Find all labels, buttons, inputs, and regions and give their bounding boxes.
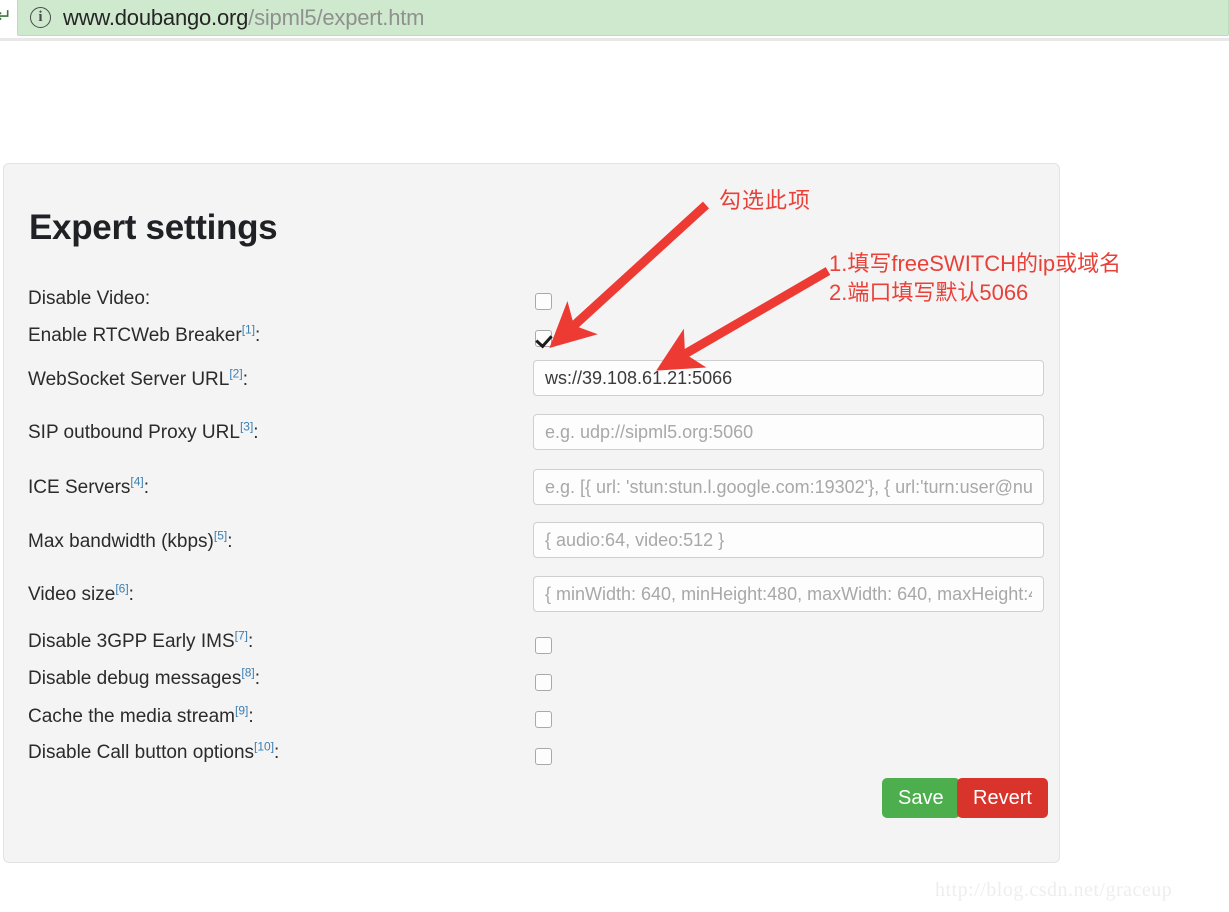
input-video-size[interactable]: [533, 576, 1044, 612]
save-button[interactable]: Save: [882, 778, 960, 818]
checkbox-enable-rtcweb-breaker[interactable]: [535, 330, 552, 347]
screenshot-root: ↵ i www.doubango.org/sipml5/expert.htm E…: [0, 0, 1229, 912]
ref-link[interactable]: [2]: [229, 367, 242, 381]
label-enable-rtcweb-breaker: Enable RTCWeb Breaker[1]:: [28, 323, 261, 347]
checkbox-disable-video[interactable]: [535, 293, 552, 310]
label-disable-call-button-options: Disable Call button options[10]:: [28, 740, 280, 764]
label-text: Cache the media stream: [28, 706, 235, 727]
url-path: /sipml5/expert.htm: [248, 4, 425, 30]
checkbox-disable-call-button-options[interactable]: [535, 748, 552, 765]
label-max-bandwidth: Max bandwidth (kbps)[5]:: [28, 529, 233, 553]
annotation-check-this: 勾选此项: [719, 188, 812, 213]
toolbar-divider: [0, 38, 1229, 41]
label-colon: :: [255, 325, 261, 346]
label-disable-3gpp-early-ims: Disable 3GPP Early IMS[7]:: [28, 629, 254, 653]
label-colon: :: [248, 706, 254, 727]
revert-button[interactable]: Revert: [957, 778, 1048, 818]
label-colon: :: [254, 668, 260, 689]
ref-link[interactable]: [9]: [235, 704, 248, 718]
annotation-line-1: 1.填写freeSWITCH的ip或域名: [829, 251, 1122, 276]
label-colon: :: [143, 477, 150, 498]
ref-link[interactable]: [10]: [254, 740, 274, 754]
ref-link[interactable]: [4]: [130, 475, 143, 489]
url-text: www.doubango.org/sipml5/expert.htm: [63, 5, 424, 31]
label-colon: :: [128, 584, 134, 605]
label-colon: :: [242, 369, 248, 390]
input-websocket-server-url[interactable]: [533, 360, 1044, 396]
label-text: Disable Video: [28, 288, 145, 309]
page-title: Expert settings: [29, 208, 278, 247]
label-colon: :: [274, 742, 280, 763]
ref-link[interactable]: [3]: [240, 420, 253, 434]
label-text: ICE Servers: [28, 477, 131, 498]
input-sip-outbound-proxy-url[interactable]: [533, 414, 1044, 450]
label-colon: :: [144, 288, 151, 309]
label-disable-video: Disable Video:: [28, 288, 150, 310]
checkbox-disable-3gpp-early-ims[interactable]: [535, 637, 552, 654]
url-host: www.doubango.org: [63, 4, 249, 30]
label-cache-media-stream: Cache the media stream[9]:: [28, 704, 254, 728]
watermark: http://blog.csdn.net/graceup: [935, 879, 1173, 901]
label-text: Video size: [28, 584, 116, 605]
annotation-line-2: 2.端口填写默认5066: [829, 280, 1029, 305]
label-colon: :: [253, 422, 259, 443]
address-bar[interactable]: i www.doubango.org/sipml5/expert.htm: [17, 0, 1229, 36]
label-text: Disable 3GPP Early IMS: [28, 631, 235, 652]
label-text: Enable RTCWeb Breaker: [28, 325, 242, 346]
ref-link[interactable]: [7]: [235, 629, 248, 643]
label-video-size: Video size[6]:: [28, 582, 134, 606]
label-sip-outbound-proxy-url: SIP outbound Proxy URL[3]:: [28, 420, 259, 444]
label-websocket-server-url: WebSocket Server URL[2]:: [28, 367, 248, 391]
ref-link[interactable]: [8]: [241, 666, 254, 680]
ref-link[interactable]: [1]: [242, 323, 255, 337]
ref-link[interactable]: [5]: [214, 529, 227, 543]
label-text: Max bandwidth (kbps): [28, 531, 214, 552]
label-ice-servers: ICE Servers[4]:: [28, 475, 150, 499]
input-max-bandwidth[interactable]: [533, 522, 1044, 558]
input-ice-servers[interactable]: [533, 469, 1044, 505]
label-text: WebSocket Server URL: [28, 369, 230, 390]
label-colon: :: [247, 631, 254, 652]
site-info-icon[interactable]: i: [30, 7, 51, 28]
label-text: SIP outbound Proxy URL: [28, 422, 240, 443]
ref-link[interactable]: [6]: [115, 582, 128, 596]
checkbox-disable-debug-messages[interactable]: [535, 674, 552, 691]
checkbox-cache-media-stream[interactable]: [535, 711, 552, 728]
label-text: Disable debug messages: [28, 668, 242, 689]
browser-left-edge-glyph: ↵: [0, 6, 12, 27]
browser-toolbar: ↵ i www.doubango.org/sipml5/expert.htm: [0, 0, 1229, 38]
label-text: Disable Call button options: [28, 742, 255, 763]
label-disable-debug-messages: Disable debug messages[8]:: [28, 666, 260, 690]
label-colon: :: [227, 531, 233, 552]
